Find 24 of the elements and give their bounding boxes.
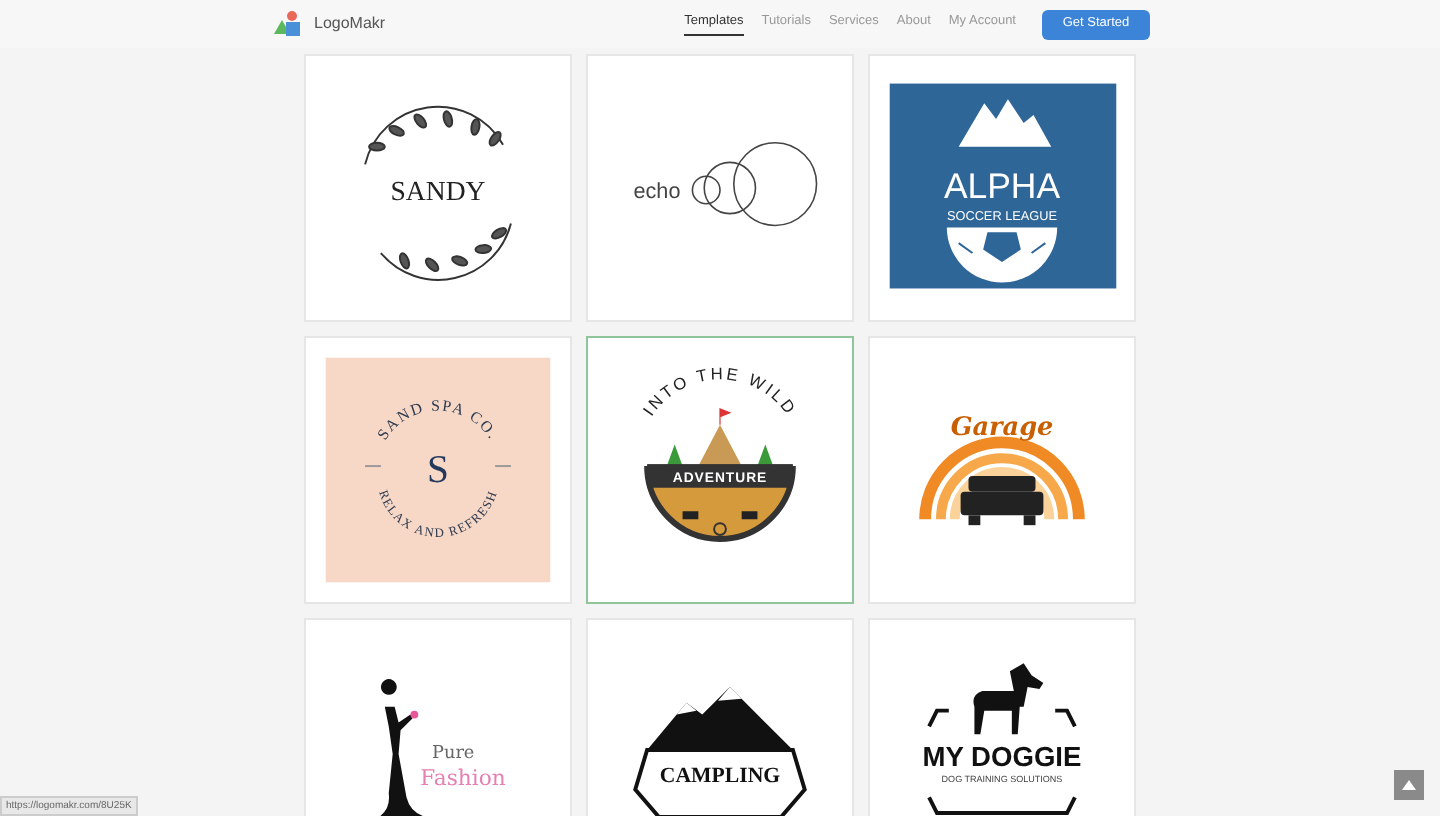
template-card[interactable]: Garage bbox=[868, 336, 1136, 604]
template-card[interactable]: echo bbox=[586, 54, 854, 322]
brand-name: LogoMakr bbox=[314, 12, 386, 36]
template-card[interactable]: SANDY bbox=[304, 54, 572, 322]
logo-text: echo bbox=[633, 179, 681, 204]
bracket-frame-icon bbox=[927, 708, 1077, 816]
logo-text: Fashion bbox=[420, 765, 506, 792]
logo-text: CAMPLING bbox=[659, 763, 781, 788]
template-card[interactable]: Pure Fashion bbox=[304, 618, 572, 816]
logo-text: MY DOGGIE bbox=[922, 741, 1082, 772]
logo-text: S bbox=[427, 447, 449, 492]
flower-icon bbox=[410, 710, 419, 719]
up-arrow-icon bbox=[1402, 780, 1416, 790]
template-card[interactable]: CAMPLING bbox=[586, 618, 854, 816]
circles-icon bbox=[691, 141, 818, 227]
shapes-logo-icon bbox=[274, 10, 302, 38]
dog-silhouette-icon bbox=[973, 663, 1044, 735]
logo-text: Garage bbox=[950, 412, 1054, 443]
scroll-to-top-button[interactable] bbox=[1394, 770, 1424, 800]
logo-text: SANDY bbox=[390, 175, 486, 206]
logo-text: Pure bbox=[432, 743, 475, 764]
logo-text: ALPHA bbox=[943, 165, 1061, 206]
wreath-icon bbox=[364, 105, 512, 281]
mountain-icon bbox=[958, 99, 1052, 147]
